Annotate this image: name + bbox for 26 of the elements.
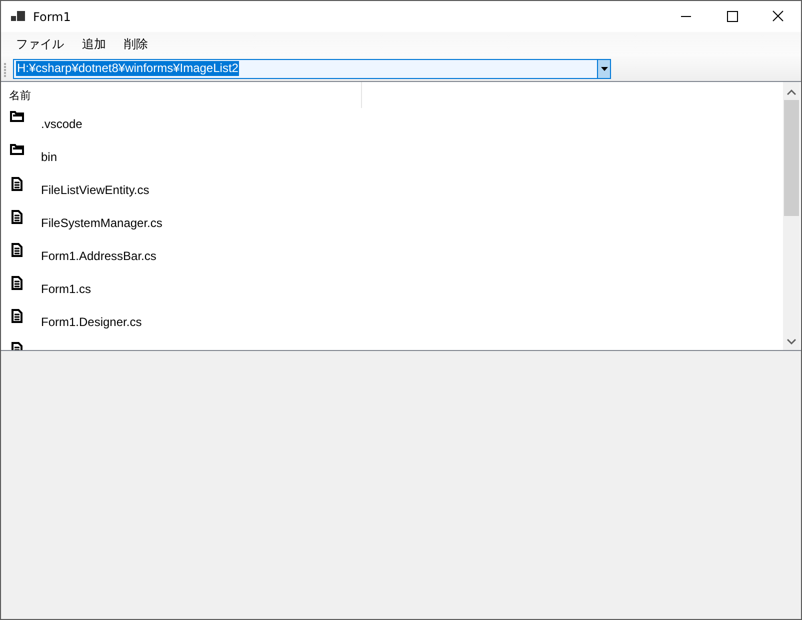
menu-item[interactable]: 削除 — [115, 36, 157, 52]
document-icon — [10, 177, 24, 191]
window-title: Form1 — [33, 10, 71, 24]
file-name[interactable]: FileSystemManager.cs — [41, 216, 162, 230]
file-name[interactable]: FileListViewEntity.cs — [41, 183, 150, 197]
document-icon — [10, 309, 24, 323]
folder-icon — [10, 144, 24, 155]
scroll-down-icon[interactable] — [787, 339, 796, 345]
scrollbar[interactable] — [783, 82, 800, 350]
document-icon — [10, 276, 24, 290]
document-icon — [10, 243, 24, 257]
column-header[interactable]: 名前 — [1, 82, 362, 108]
file-name[interactable]: Form1.cs — [41, 282, 92, 296]
address-combo[interactable]: H:¥csharp¥dotnet8¥winforms¥ImageList2 — [13, 58, 611, 78]
folder-icon — [10, 111, 24, 122]
menu-item[interactable]: 追加 — [73, 36, 115, 52]
document-icon — [10, 210, 24, 224]
file-name[interactable]: Form1.Designer.cs — [41, 315, 142, 329]
menu-item[interactable]: ファイル — [7, 36, 73, 52]
file-name[interactable]: .vscode — [41, 117, 82, 131]
app-icon — [11, 10, 25, 22]
scroll-up-icon[interactable] — [787, 89, 796, 95]
dropdown-icon[interactable] — [600, 66, 608, 70]
scroll-thumb[interactable] — [784, 100, 799, 216]
file-name[interactable]: Form1.AddressBar.cs — [41, 249, 156, 263]
file-name[interactable]: bin — [41, 150, 58, 164]
